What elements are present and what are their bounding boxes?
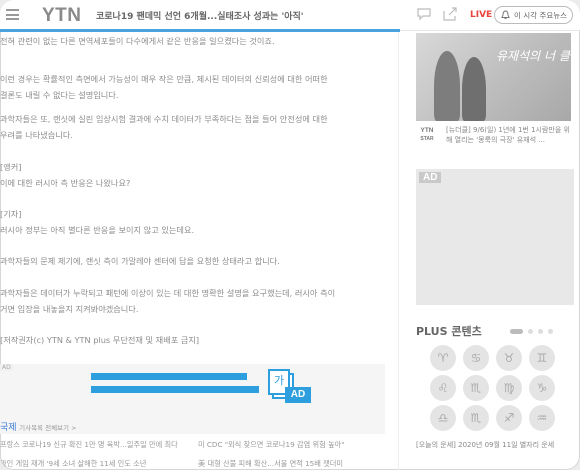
carousel-dot-active[interactable]	[510, 329, 523, 334]
sidebar-news-text: [뉴더클] 9/6(일) 1년에 1번 1시람만을 위해 열리는 '몽룩의 극장…	[446, 126, 570, 144]
ad-label: AD	[419, 172, 442, 183]
related-article[interactable]: 과인 게임 재개 '9세 소녀 살해한 11세 인도 소년	[0, 459, 146, 469]
zodiac-icon[interactable]: ♏	[463, 375, 489, 401]
section-link[interactable]: 국제	[0, 423, 17, 433]
banner-title: 유재석의 너 클래식	[496, 49, 571, 63]
copyright-notice: [저작권자(c) YTN & YTN plus 무단전재 및 재배포 금지]	[0, 335, 200, 345]
live-link[interactable]: LIVE	[470, 10, 492, 20]
zodiac-icon[interactable]: ♍	[496, 375, 522, 401]
comment-icon[interactable]	[416, 7, 432, 21]
zodiac-icon[interactable]: ♎	[430, 405, 456, 431]
top-news-button[interactable]: 이 시각 주요뉴스	[494, 6, 573, 24]
plus-content-title: PLUS 콘텐츠	[416, 325, 482, 338]
zodiac-icon[interactable]: ♒	[529, 405, 555, 431]
related-article[interactable]: 프랑스 코로나19 신규 확진 1만 명 육박...일주일 만에 최다	[0, 440, 178, 450]
section-more-link[interactable]: 기사목록 전체보기 >	[19, 424, 76, 432]
ad-bar-1	[91, 373, 247, 380]
related-article[interactable]: 美 대형 산불 피해 확산...서울 면적 15배 잿더미	[198, 459, 343, 469]
bell-icon	[501, 10, 510, 19]
carousel-dot[interactable]	[528, 329, 533, 334]
paragraph: 전혀 관련이 없는 다른 면역세포들이 다수에게서 같은 반응을 일으켰다는 것…	[0, 36, 275, 46]
zodiac-icon[interactable]: ♊	[529, 345, 555, 371]
carousel-dots[interactable]	[510, 329, 553, 334]
ytn-star-logo: YTN STAR	[420, 127, 434, 142]
zodiac-icon[interactable]: ♈	[430, 345, 456, 371]
ytn-logo[interactable]: YTN	[42, 5, 82, 27]
sidebar-news-item[interactable]: YTN STAR [뉴더클] 9/6(일) 1년에 1번 1시람만을 위해 열리…	[416, 125, 574, 151]
related-article[interactable]: 미 CDC "외식 잦으면 코로나19 감염 위험 높아"	[198, 440, 345, 450]
carousel-dot[interactable]	[548, 329, 553, 334]
person-figure	[434, 51, 460, 121]
top-bar: YTN 코로나19 팬데믹 선언 6개월...실태조사 성과는 '아직' LIV…	[0, 0, 580, 32]
paragraph: 과학자들의 문제 제기에, 랜싯 측이 가말레야 센터에 답을 요청한 상태라고…	[0, 256, 280, 266]
fortune-link[interactable]: [오늘의 운세] 2020년 09월 11일 별자리 운세	[416, 440, 554, 450]
sidebar-ad[interactable]: AD	[416, 169, 574, 305]
zodiac-icon[interactable]: ♑	[529, 375, 555, 401]
ad-bar-2	[91, 386, 259, 393]
section-header: 국제 기사목록 전체보기 >	[0, 420, 77, 433]
zodiac-icon[interactable]: ♏	[463, 405, 489, 431]
paragraph: 과학자들은 데이터가 누락되고 패턴에 이상이 있는 데 대한 명확한 설명을 …	[0, 288, 336, 314]
app-frame: YTN 코로나19 팬데믹 선언 6개월...실태조사 성과는 '아직' LIV…	[0, 0, 580, 470]
paragraph: [기자] 러시아 정부는 아직 별다른 반응을 보이지 않고 있는데요.	[0, 209, 195, 235]
reading-progress-bar	[0, 29, 401, 32]
menu-icon[interactable]	[6, 9, 19, 20]
person-figure	[462, 57, 486, 121]
zodiac-icon[interactable]: ♋	[463, 345, 489, 371]
paragraph: 이런 경우는 확률적인 측면에서 가능성이 매우 작은 만큼, 제시된 데이터의…	[0, 74, 328, 100]
zodiac-icon[interactable]: ♐	[496, 405, 522, 431]
paragraph: [앵커] 이에 대한 러시아 측 반응은 나왔나요?	[0, 162, 131, 188]
ad-tag: AD	[0, 364, 13, 371]
promo-banner[interactable]: 유재석의 너 클래식	[416, 33, 571, 121]
share-icon[interactable]	[442, 7, 458, 21]
zodiac-icon[interactable]: ♉	[496, 345, 522, 371]
sidebar: 유재석의 너 클래식 YTN STAR [뉴더클] 9/6(일) 1년에 1번 …	[398, 31, 580, 470]
zodiac-icon[interactable]: ♌	[430, 375, 456, 401]
paragraph: 과학자들은 또, 랜싯에 실린 임상시험 결과에 수치 데이터가 부족하다는 점…	[0, 114, 328, 140]
ad-label: AD	[285, 387, 311, 403]
headline-title: 코로나19 팬데믹 선언 6개월...실태조사 성과는 '아직'	[96, 12, 304, 22]
carousel-dot[interactable]	[538, 329, 543, 334]
top-news-label: 이 시각 주요뉴스	[514, 10, 568, 20]
article-body: 전혀 관련이 없는 다른 면역세포들이 다수에게서 같은 반응을 일으켰다는 것…	[0, 31, 398, 470]
